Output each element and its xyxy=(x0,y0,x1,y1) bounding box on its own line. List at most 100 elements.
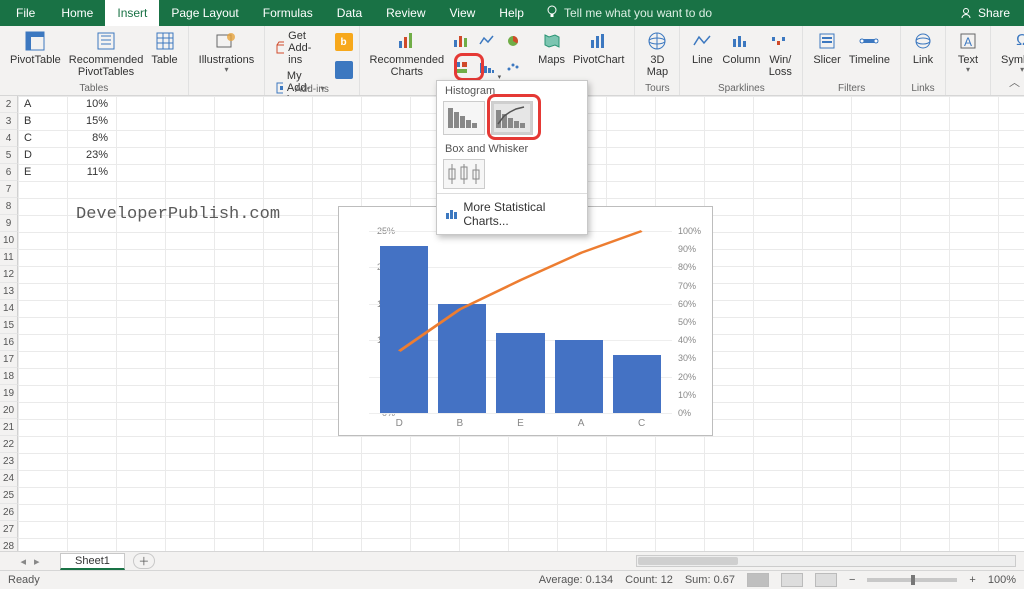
sheet-tab-sheet1[interactable]: Sheet1 xyxy=(60,553,125,570)
row-header[interactable]: 7 xyxy=(0,181,18,198)
group-sparklines-label: Sparklines xyxy=(686,82,796,95)
row-header[interactable]: 13 xyxy=(0,283,18,300)
row-header[interactable]: 20 xyxy=(0,402,18,419)
store-icon xyxy=(275,41,284,55)
row-header[interactable]: 10 xyxy=(0,232,18,249)
nav-prev-icon[interactable]: ◂ xyxy=(20,555,26,568)
pareto-chart-option[interactable] xyxy=(491,101,533,135)
pivotchart-button[interactable]: PivotChart xyxy=(569,28,628,66)
tab-page-layout[interactable]: Page Layout xyxy=(159,0,250,26)
statistic-chart-button[interactable]: ▾ xyxy=(474,54,500,80)
get-addins-button[interactable]: Get Add-ins xyxy=(271,28,328,68)
row-header[interactable]: 16 xyxy=(0,334,18,351)
hierarchy-chart-button[interactable] xyxy=(448,54,474,80)
row-header[interactable]: 27 xyxy=(0,521,18,538)
watermark-text: DeveloperPublish.com xyxy=(76,205,280,224)
row-header[interactable]: 19 xyxy=(0,385,18,402)
row-header[interactable]: 4 xyxy=(0,130,18,147)
recommended-pivottables-button[interactable]: Recommended PivotTables xyxy=(65,28,148,78)
cell-A3[interactable]: B xyxy=(20,113,65,130)
horizontal-scrollbar[interactable] xyxy=(636,555,1016,567)
row-header[interactable]: 26 xyxy=(0,504,18,521)
tab-help[interactable]: Help xyxy=(487,0,536,26)
view-normal-button[interactable] xyxy=(747,573,769,587)
row-header[interactable]: 8 xyxy=(0,198,18,215)
zoom-slider[interactable] xyxy=(867,578,957,582)
row-header[interactable]: 21 xyxy=(0,419,18,436)
row-header[interactable]: 3 xyxy=(0,113,18,130)
row-header[interactable]: 25 xyxy=(0,487,18,504)
row-header[interactable]: 9 xyxy=(0,215,18,232)
timeline-button[interactable]: Timeline xyxy=(845,28,894,66)
tab-review[interactable]: Review xyxy=(374,0,437,26)
pie-chart-button[interactable] xyxy=(500,28,526,54)
group-sparklines: Line Column Win/ Loss Sparklines xyxy=(680,26,803,95)
row-header[interactable]: 17 xyxy=(0,351,18,368)
tab-home[interactable]: Home xyxy=(49,0,105,26)
row-header[interactable]: 12 xyxy=(0,266,18,283)
sparkline-column-icon xyxy=(729,30,753,52)
share-button[interactable]: Share xyxy=(946,6,1024,20)
collapse-ribbon-button[interactable]: ︿ xyxy=(1009,74,1020,90)
row-header[interactable]: 14 xyxy=(0,300,18,317)
tab-data[interactable]: Data xyxy=(325,0,374,26)
tab-file[interactable]: File xyxy=(2,0,49,26)
add-sheet-button[interactable]: ＋ xyxy=(133,553,155,569)
text-button[interactable]: A Text ▾ xyxy=(952,28,984,75)
histogram-chart-option[interactable] xyxy=(443,101,485,135)
row-header[interactable]: 15 xyxy=(0,317,18,334)
sparkline-winloss-button[interactable]: Win/ Loss xyxy=(764,28,796,78)
tab-view[interactable]: View xyxy=(438,0,488,26)
cell-A5[interactable]: D xyxy=(20,147,65,164)
zoom-level[interactable]: 100% xyxy=(988,574,1016,586)
zoom-in-button[interactable]: + xyxy=(969,574,975,586)
nav-next-icon[interactable]: ▸ xyxy=(34,555,40,568)
3d-map-button[interactable]: 3D Map xyxy=(641,28,673,78)
cell-B2[interactable]: 10% xyxy=(67,96,112,113)
row-header[interactable]: 5 xyxy=(0,147,18,164)
illustrations-button[interactable]: Illustrations ▾ xyxy=(195,28,259,75)
row-header[interactable]: 23 xyxy=(0,453,18,470)
cell-A2[interactable]: A xyxy=(20,96,65,113)
people-graph-addin[interactable] xyxy=(335,61,353,79)
tab-formulas[interactable]: Formulas xyxy=(251,0,325,26)
row-header[interactable]: 22 xyxy=(0,436,18,453)
row-header[interactable]: 24 xyxy=(0,470,18,487)
recommended-charts-button[interactable]: Recommended Charts xyxy=(366,28,449,78)
pivottable-button[interactable]: PivotTable xyxy=(6,28,65,66)
row-header[interactable]: 6 xyxy=(0,164,18,181)
symbols-button[interactable]: Ω Symbols ▾ xyxy=(997,28,1024,75)
box-whisker-option[interactable] xyxy=(443,159,485,189)
link-button[interactable]: Link xyxy=(907,28,939,66)
zoom-out-button[interactable]: − xyxy=(849,574,855,586)
line-chart-button[interactable] xyxy=(474,28,500,54)
x-tick: A xyxy=(551,418,612,429)
row-header[interactable]: 18 xyxy=(0,368,18,385)
cell-A4[interactable]: C xyxy=(20,130,65,147)
slicer-button[interactable]: Slicer xyxy=(809,28,845,66)
embedded-chart[interactable]: Chart Title 25%20%15%10%5%0% 100%90%80%7… xyxy=(338,206,713,436)
cell-B4[interactable]: 8% xyxy=(67,130,112,147)
plot-area[interactable] xyxy=(369,231,672,413)
table-button[interactable]: Table xyxy=(147,28,181,66)
column-chart-button[interactable] xyxy=(448,28,474,54)
more-statistical-charts[interactable]: More Statistical Charts... xyxy=(437,193,587,234)
cell-A6[interactable]: E xyxy=(20,164,65,181)
tell-me-search[interactable]: Tell me what you want to do xyxy=(546,5,712,22)
group-links: Link Links xyxy=(901,26,946,95)
cell-B3[interactable]: 15% xyxy=(67,113,112,130)
cell-B5[interactable]: 23% xyxy=(67,147,112,164)
group-tables: PivotTable Recommended PivotTables Table… xyxy=(0,26,189,95)
sheet-nav[interactable]: ◂ ▸ xyxy=(0,555,60,568)
sparkline-line-button[interactable]: Line xyxy=(686,28,718,66)
view-page-break-button[interactable] xyxy=(815,573,837,587)
view-page-layout-button[interactable] xyxy=(781,573,803,587)
scatter-chart-button[interactable] xyxy=(500,54,526,80)
row-header[interactable]: 2 xyxy=(0,96,18,113)
maps-button[interactable]: Maps xyxy=(534,28,569,66)
sparkline-column-button[interactable]: Column xyxy=(718,28,764,66)
cell-B6[interactable]: 11% xyxy=(67,164,112,181)
row-header[interactable]: 11 xyxy=(0,249,18,266)
tab-insert[interactable]: Insert xyxy=(105,0,159,26)
bing-maps-addin[interactable]: b xyxy=(335,33,353,51)
